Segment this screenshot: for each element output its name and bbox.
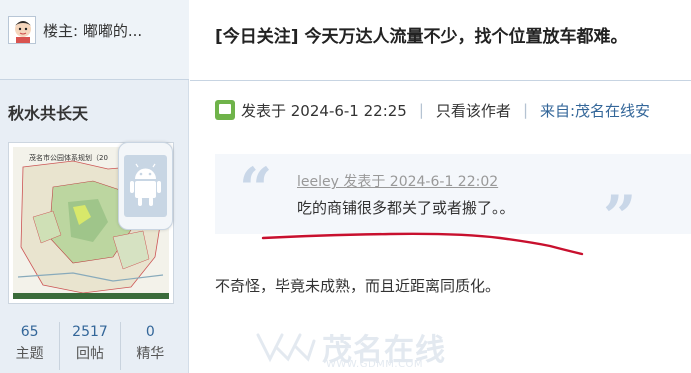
site-watermark: 茂名在线 WWW.GDMM.COM xyxy=(252,325,452,373)
stat-replies[interactable]: 2517 回帖 xyxy=(60,322,121,370)
quote-author-link[interactable]: leeley 发表于 2024-6-1 22:02 xyxy=(297,171,498,191)
only-author-link[interactable]: 只看该作者 xyxy=(436,100,511,121)
separator: | xyxy=(418,101,424,119)
thread-title: [今日关注] 今天万达人流量不少，找个位置放车都难。 xyxy=(215,27,628,47)
red-underline-annotation xyxy=(261,232,584,256)
divider xyxy=(190,80,691,81)
map-title: 茂名市公园体系规划（20 xyxy=(29,154,108,162)
mobile-client-badge[interactable] xyxy=(118,142,173,230)
op-bar: 楼主: 嘟嘟的... xyxy=(0,0,189,80)
post-timestamp: 发表于 2024-6-1 22:25 xyxy=(241,101,407,120)
username[interactable]: 秋水共长天 xyxy=(8,100,88,124)
user-stats: 65 主题 2517 回帖 0 精华 xyxy=(0,322,180,370)
separator: | xyxy=(522,101,528,119)
post-source-link[interactable]: 来自:茂名在线安 xyxy=(540,100,650,121)
stat-threads[interactable]: 65 主题 xyxy=(0,322,61,370)
android-icon xyxy=(124,155,167,217)
stat-value[interactable]: 65 xyxy=(0,322,59,342)
watermark-logo-icon xyxy=(256,333,316,363)
stat-digest[interactable]: 0 精华 xyxy=(121,322,180,370)
op-label[interactable]: 楼主: 嘟嘟的... xyxy=(43,20,142,41)
stat-label: 主题 xyxy=(15,346,44,362)
post-meta: 发表于 2024-6-1 22:25 | 只看该作者 | 来自:茂名在线安 xyxy=(215,98,650,122)
stat-label: 精华 xyxy=(136,346,165,362)
op-avatar[interactable] xyxy=(8,16,36,44)
quote-close-icon: ” xyxy=(603,183,637,251)
stat-value[interactable]: 0 xyxy=(121,322,180,342)
post-icon xyxy=(215,100,235,120)
author-sidebar: 楼主: 嘟嘟的... 秋水共长天 茂名市公园体系规划（20 65 主题 2517… xyxy=(0,0,189,373)
stat-label: 回帖 xyxy=(75,346,104,362)
quote-block: “ leeley 发表于 2024-6-1 22:02 吃的商铺很多都关了或者搬… xyxy=(215,154,691,251)
quote-open-icon: “ xyxy=(239,155,273,223)
stat-value[interactable]: 2517 xyxy=(60,322,119,342)
quote-text: 吃的商铺很多都关了或者搬了。。 xyxy=(297,199,515,217)
watermark-url: WWW.GDMM.COM xyxy=(326,359,424,370)
reply-text: 不奇怪，毕竟未成熟，而且近距离同质化。 xyxy=(215,277,501,295)
